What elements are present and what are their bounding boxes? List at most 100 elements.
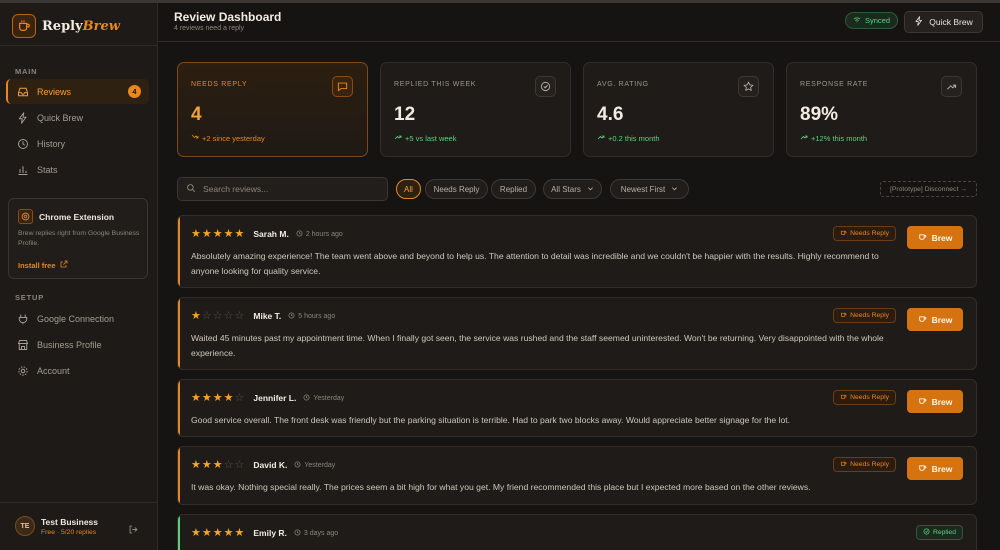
stat-value: 4.6 <box>597 104 624 125</box>
star-rating: ★ ★ ★ ★ ★ <box>191 227 245 240</box>
needs-reply-accent <box>178 298 180 369</box>
section-label-main: MAIN <box>15 67 38 76</box>
stat-value: 12 <box>394 104 416 125</box>
search-input[interactable] <box>203 184 373 194</box>
user-name: Test Business <box>41 516 99 527</box>
review-text: Good service overall. The front desk was… <box>191 415 791 425</box>
review-time: Yesterday <box>294 461 335 470</box>
stat-value: 89% <box>800 104 839 125</box>
brew-button[interactable]: Brew <box>907 390 963 413</box>
status-badge: Needs Reply <box>833 308 896 323</box>
lightning-icon <box>914 16 924 28</box>
stat-delta-text: +5 vs last week <box>405 133 457 143</box>
section-label-setup: SETUP <box>15 293 45 302</box>
user-plan: Free · 5/20 replies <box>41 528 97 536</box>
search-box[interactable] <box>177 177 388 201</box>
review-time: 3 days ago <box>294 529 338 538</box>
star-rating: ★ ★ ★ ★ ★ <box>191 526 245 539</box>
coffee-cup-icon <box>918 463 927 474</box>
clock-icon <box>294 529 301 538</box>
filter-all[interactable]: All <box>396 179 421 199</box>
logout-icon[interactable] <box>128 522 139 534</box>
stat-value: 4 <box>191 104 202 125</box>
coffee-cup-icon <box>840 460 847 469</box>
brew-label: Brew <box>931 314 953 325</box>
sidebar-item-account[interactable]: Account <box>6 358 149 383</box>
avatar: TE <box>15 516 35 536</box>
clock-icon <box>294 461 301 470</box>
stat-card-needs-reply[interactable]: NEEDS REPLY 4 +2 since yesterday <box>177 62 368 157</box>
review-time-text: 5 hours ago <box>298 312 336 320</box>
sidebar-item-stats[interactable]: Stats <box>6 157 149 182</box>
brew-button[interactable]: Brew <box>907 308 963 331</box>
divider <box>0 45 157 46</box>
plug-icon <box>17 313 29 325</box>
search-icon <box>186 180 196 198</box>
stat-delta: +5 vs last week <box>394 133 456 143</box>
reviewer-name: Jennifer L. <box>253 393 297 403</box>
status-badge: Needs Reply <box>833 457 896 472</box>
stat-delta: +2 since yesterday <box>191 133 265 143</box>
review-card: ★ ★ ★ ★ ★ Sarah M. 2 hours ago Absolutely am… <box>177 215 977 288</box>
stars-select[interactable]: All Stars <box>543 179 602 199</box>
extension-title: Chrome Extension <box>39 211 115 222</box>
divider <box>0 502 157 503</box>
count-badge: 4 <box>128 85 141 98</box>
review-card: ★ ★ ★ ★ ☆ Jennifer L. Yesterday Good service… <box>177 379 977 437</box>
star-icon <box>738 76 759 97</box>
install-free-link[interactable]: Install free <box>18 260 68 270</box>
clock-icon <box>303 394 310 403</box>
review-text: Waited 45 minutes past my appointment ti… <box>191 333 884 358</box>
sidebar: ReplyBrew MAIN Reviews 4 Quick Brew Hist… <box>0 3 158 550</box>
coffee-cup-icon <box>918 314 927 325</box>
brew-button[interactable]: Brew <box>907 226 963 249</box>
brew-button[interactable]: Brew <box>907 457 963 480</box>
synced-label: Synced <box>865 16 891 25</box>
install-free-label: Install free <box>18 260 56 270</box>
filter-needs-reply[interactable]: Needs Reply <box>425 179 488 199</box>
stat-delta-text: +0.2 this month <box>608 133 660 143</box>
stat-card-replied-this-week[interactable]: REPLIED THIS WEEK 12 +5 vs last week <box>380 62 571 157</box>
brand-name: ReplyBrew <box>42 18 120 34</box>
sidebar-item-business-profile[interactable]: Business Profile <box>6 332 149 357</box>
trend-down-icon <box>191 133 199 143</box>
sidebar-item-label: Business Profile <box>37 339 102 350</box>
page-title: Review Dashboard <box>174 10 282 24</box>
check-circle-icon <box>535 76 556 97</box>
sidebar-item-history[interactable]: History <box>6 131 149 156</box>
stat-delta: +0.2 this month <box>597 133 660 143</box>
replied-accent <box>178 515 180 550</box>
synced-badge: Synced <box>845 12 899 29</box>
stat-card-avg-rating[interactable]: AVG. RATING 4.6 +0.2 this month <box>583 62 774 157</box>
stat-card-response-rate[interactable]: RESPONSE RATE 89% +12% this month <box>786 62 977 157</box>
status-text: Needs Reply <box>850 230 889 237</box>
clock-icon <box>296 230 303 239</box>
lightning-icon <box>17 111 29 124</box>
sidebar-item-label: Stats <box>37 164 58 175</box>
chrome-extension-card: Chrome Extension Brew replies right from… <box>8 198 148 279</box>
star-rating: ★ ★ ★ ☆ ☆ <box>191 458 245 471</box>
user-profile[interactable]: TE Test Business Free · 5/20 replies <box>15 516 98 536</box>
inbox-icon <box>17 86 29 98</box>
message-icon <box>332 76 353 97</box>
brew-label: Brew <box>931 232 953 243</box>
chevron-down-icon <box>671 185 678 194</box>
quick-brew-button[interactable]: Quick Brew <box>904 11 983 33</box>
trend-up-icon <box>597 133 605 143</box>
stat-label: AVG. RATING <box>597 81 649 88</box>
filter-replied[interactable]: Replied <box>491 179 536 199</box>
reviewer-name: Sarah M. <box>253 229 289 239</box>
sidebar-item-reviews[interactable]: Reviews 4 <box>6 79 149 104</box>
check-circle-icon <box>923 528 930 537</box>
brew-label: Brew <box>931 396 953 407</box>
reviewer-name: Emily R. <box>253 528 287 538</box>
stat-label: RESPONSE RATE <box>800 81 869 88</box>
sidebar-item-google-connection[interactable]: Google Connection <box>6 306 149 331</box>
sort-select-value: Newest First <box>620 184 666 194</box>
sort-select[interactable]: Newest First <box>610 179 689 199</box>
brand[interactable]: ReplyBrew <box>12 13 120 39</box>
sidebar-item-label: Quick Brew <box>37 112 84 123</box>
prototype-disconnect-button[interactable]: [Prototype] Disconnect → <box>880 181 977 197</box>
sidebar-item-quick-brew[interactable]: Quick Brew <box>6 105 149 130</box>
review-text: It was okay. Nothing special really. The… <box>191 482 811 492</box>
